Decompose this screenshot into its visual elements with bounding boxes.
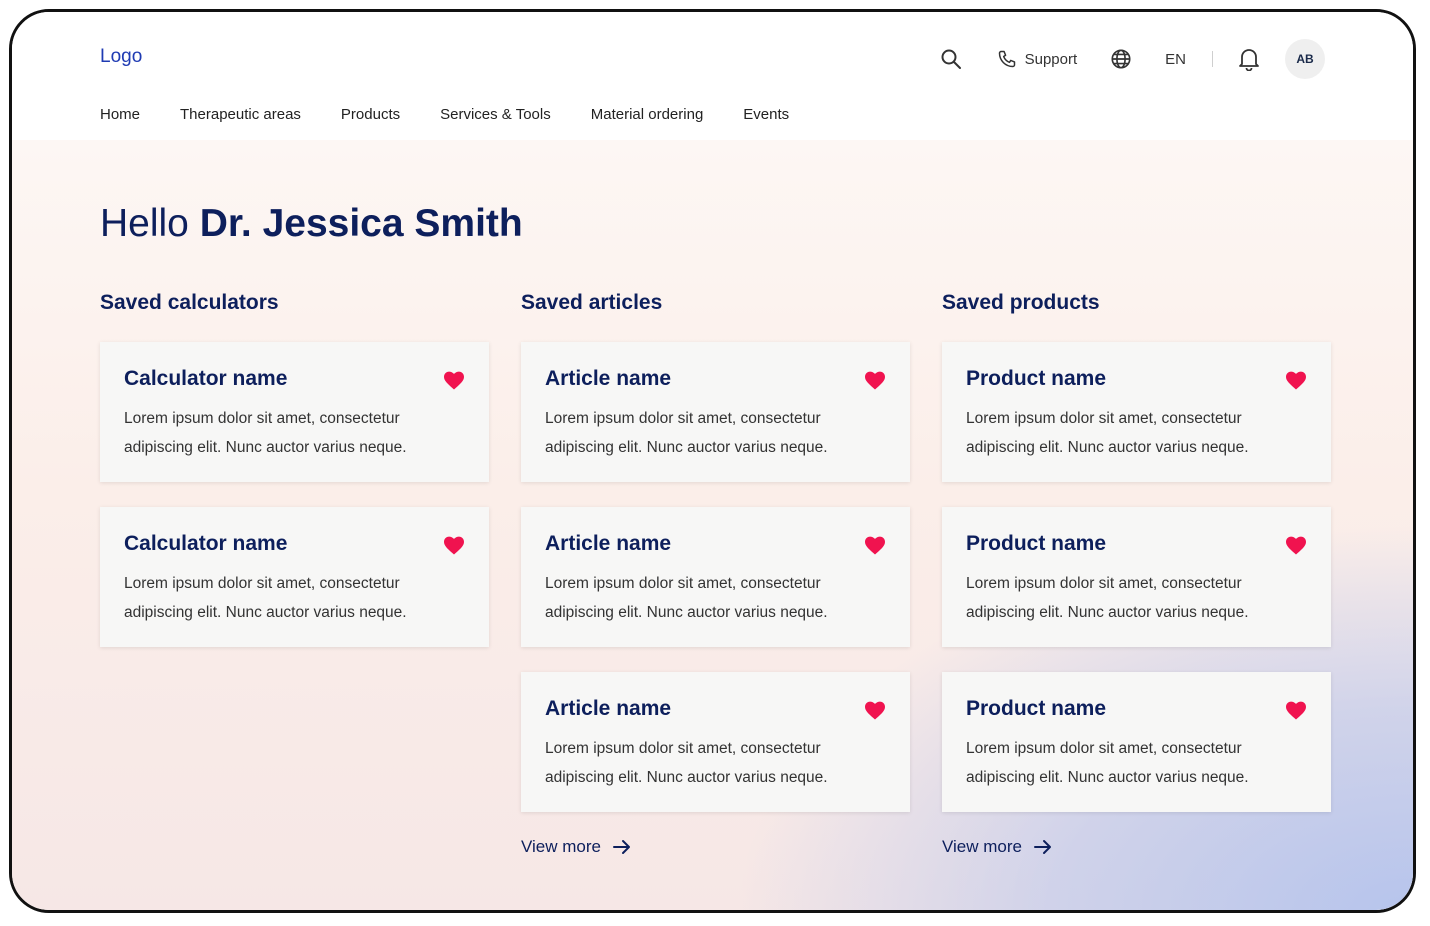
card-title: Calculator name	[124, 367, 288, 390]
greeting-user-name: Dr. Jessica Smith	[199, 202, 523, 245]
card-title: Product name	[966, 697, 1107, 720]
heart-icon[interactable]	[443, 370, 465, 390]
app-window: Logo Home Therapeutic areas Products Ser…	[9, 9, 1416, 913]
view-more-products-link[interactable]: View more	[942, 837, 1331, 857]
arrow-right-icon	[613, 840, 630, 854]
arrow-right-icon	[1034, 840, 1051, 854]
card-title: Calculator name	[124, 532, 288, 555]
heart-icon[interactable]	[864, 700, 886, 720]
calculator-card[interactable]: Calculator name Lorem ipsum dolor sit am…	[100, 342, 489, 482]
card-title: Article name	[545, 532, 672, 555]
support-link[interactable]: Support	[997, 49, 1078, 69]
card-title: Article name	[545, 697, 672, 720]
heart-icon[interactable]	[1285, 535, 1307, 555]
view-more-label: View more	[521, 837, 601, 856]
header-utilities: Support EN AB	[939, 39, 1325, 79]
product-card[interactable]: Product name Lorem ipsum dolor sit amet,…	[942, 342, 1331, 482]
card-description: Lorem ipsum dolor sit amet, consectetur …	[545, 740, 828, 786]
section-title: Saved calculators	[100, 291, 279, 314]
site-header: Logo Home Therapeutic areas Products Ser…	[12, 12, 1413, 140]
main-nav: Home Therapeutic areas Products Services…	[100, 106, 789, 123]
heart-icon[interactable]	[864, 535, 886, 555]
support-label: Support	[1024, 50, 1078, 68]
card-description: Lorem ipsum dolor sit amet, consectetur …	[124, 410, 407, 456]
phone-icon	[997, 49, 1017, 69]
header-divider	[1212, 51, 1213, 67]
avatar[interactable]: AB	[1285, 39, 1325, 79]
article-card[interactable]: Article name Lorem ipsum dolor sit amet,…	[521, 507, 910, 647]
article-card[interactable]: Article name Lorem ipsum dolor sit amet,…	[521, 342, 910, 482]
saved-articles-section: Saved articles Article name Lorem ipsum …	[521, 290, 910, 857]
section-title: Saved products	[942, 291, 1100, 314]
card-title: Article name	[545, 367, 672, 390]
globe-icon[interactable]	[1109, 47, 1133, 71]
article-card[interactable]: Article name Lorem ipsum dolor sit amet,…	[521, 672, 910, 812]
card-description: Lorem ipsum dolor sit amet, consectetur …	[545, 575, 828, 621]
card-description: Lorem ipsum dolor sit amet, consectetur …	[966, 740, 1249, 786]
nav-item-events[interactable]: Events	[743, 106, 789, 123]
nav-item-home[interactable]: Home	[100, 106, 140, 123]
heart-icon[interactable]	[864, 370, 886, 390]
card-description: Lorem ipsum dolor sit amet, consectetur …	[545, 410, 828, 456]
saved-calculators-section: Saved calculators Calculator name Lorem …	[100, 290, 489, 672]
view-more-articles-link[interactable]: View more	[521, 837, 910, 857]
greeting-hello: Hello	[100, 202, 189, 245]
card-title: Product name	[966, 532, 1107, 555]
saved-products-section: Saved products Product name Lorem ipsum …	[942, 290, 1331, 857]
card-description: Lorem ipsum dolor sit amet, consectetur …	[966, 575, 1249, 621]
logo[interactable]: Logo	[100, 46, 142, 68]
heart-icon[interactable]	[1285, 370, 1307, 390]
nav-item-products[interactable]: Products	[341, 106, 400, 123]
calculator-card[interactable]: Calculator name Lorem ipsum dolor sit am…	[100, 507, 489, 647]
section-title: Saved articles	[521, 291, 663, 314]
nav-item-services-tools[interactable]: Services & Tools	[440, 106, 551, 123]
heart-icon[interactable]	[1285, 700, 1307, 720]
product-card[interactable]: Product name Lorem ipsum dolor sit amet,…	[942, 672, 1331, 812]
heart-icon[interactable]	[443, 535, 465, 555]
card-title: Product name	[966, 367, 1107, 390]
view-more-label: View more	[942, 837, 1022, 856]
nav-item-therapeutic-areas[interactable]: Therapeutic areas	[180, 106, 301, 123]
dashboard-content: Hello Dr. Jessica Smith Saved calculator…	[12, 140, 1413, 910]
nav-item-material-ordering[interactable]: Material ordering	[591, 106, 704, 123]
card-description: Lorem ipsum dolor sit amet, consectetur …	[966, 410, 1249, 456]
product-card[interactable]: Product name Lorem ipsum dolor sit amet,…	[942, 507, 1331, 647]
language-selector[interactable]: EN	[1165, 51, 1186, 68]
search-icon[interactable]	[939, 47, 963, 71]
card-description: Lorem ipsum dolor sit amet, consectetur …	[124, 575, 407, 621]
bell-icon[interactable]	[1237, 47, 1261, 71]
page-title: Hello Dr. Jessica Smith	[100, 202, 523, 246]
